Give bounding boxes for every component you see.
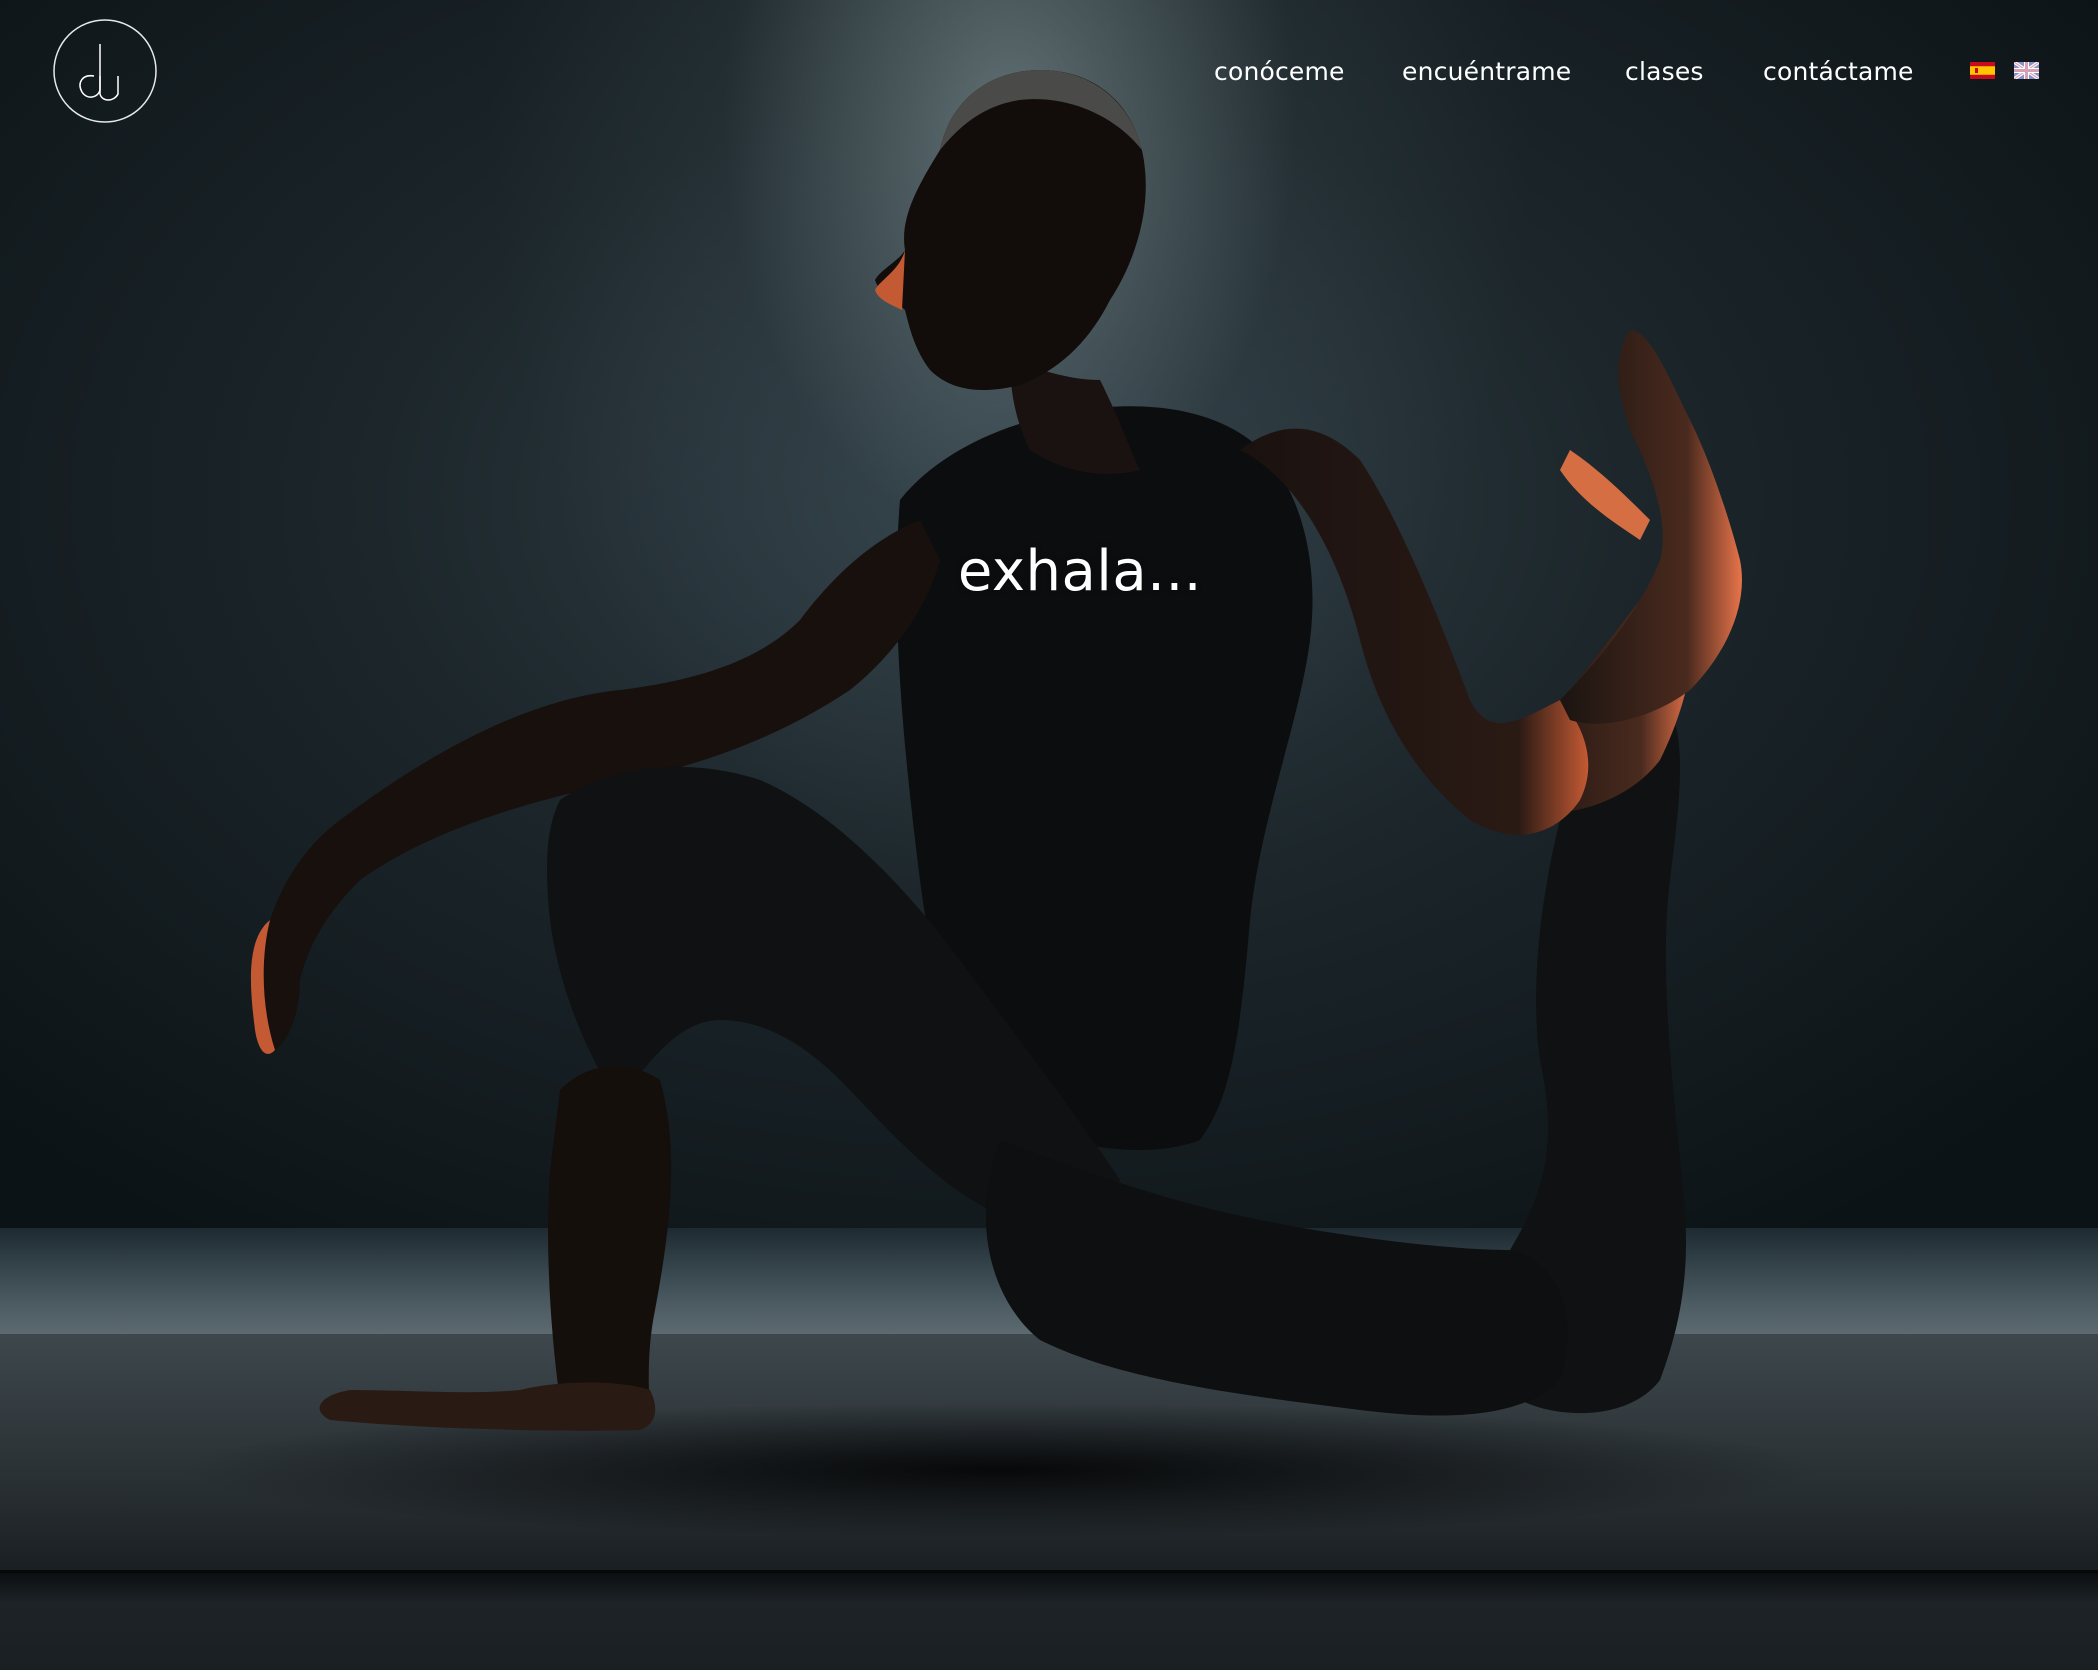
right-hand-shape — [1560, 330, 1742, 724]
right-fingers-shape — [1560, 450, 1650, 540]
yoga-figure-photo — [180, 70, 1820, 1538]
spain-flag-icon[interactable] — [1970, 62, 1995, 79]
nav-link-contactame[interactable]: contáctame — [1763, 52, 1914, 92]
nav-link-conoceme[interactable]: conóceme — [1214, 52, 1345, 92]
nav-link-encuentrame[interactable]: encuéntrame — [1402, 52, 1571, 92]
rear-leg-shape — [985, 1140, 1568, 1416]
monogram-logo[interactable] — [52, 18, 158, 124]
nav-link-clases[interactable]: clases — [1625, 52, 1704, 92]
front-shin-shape — [548, 1066, 672, 1422]
hero-section: conóceme encuéntrame clases contáctame e… — [0, 0, 2098, 1670]
front-foot-shape — [319, 1382, 656, 1431]
hero-headline: exhala... — [957, 539, 1203, 604]
uk-flag-icon[interactable] — [2014, 62, 2039, 79]
main-nav: conóceme encuéntrame clases contáctame — [1200, 52, 2060, 96]
